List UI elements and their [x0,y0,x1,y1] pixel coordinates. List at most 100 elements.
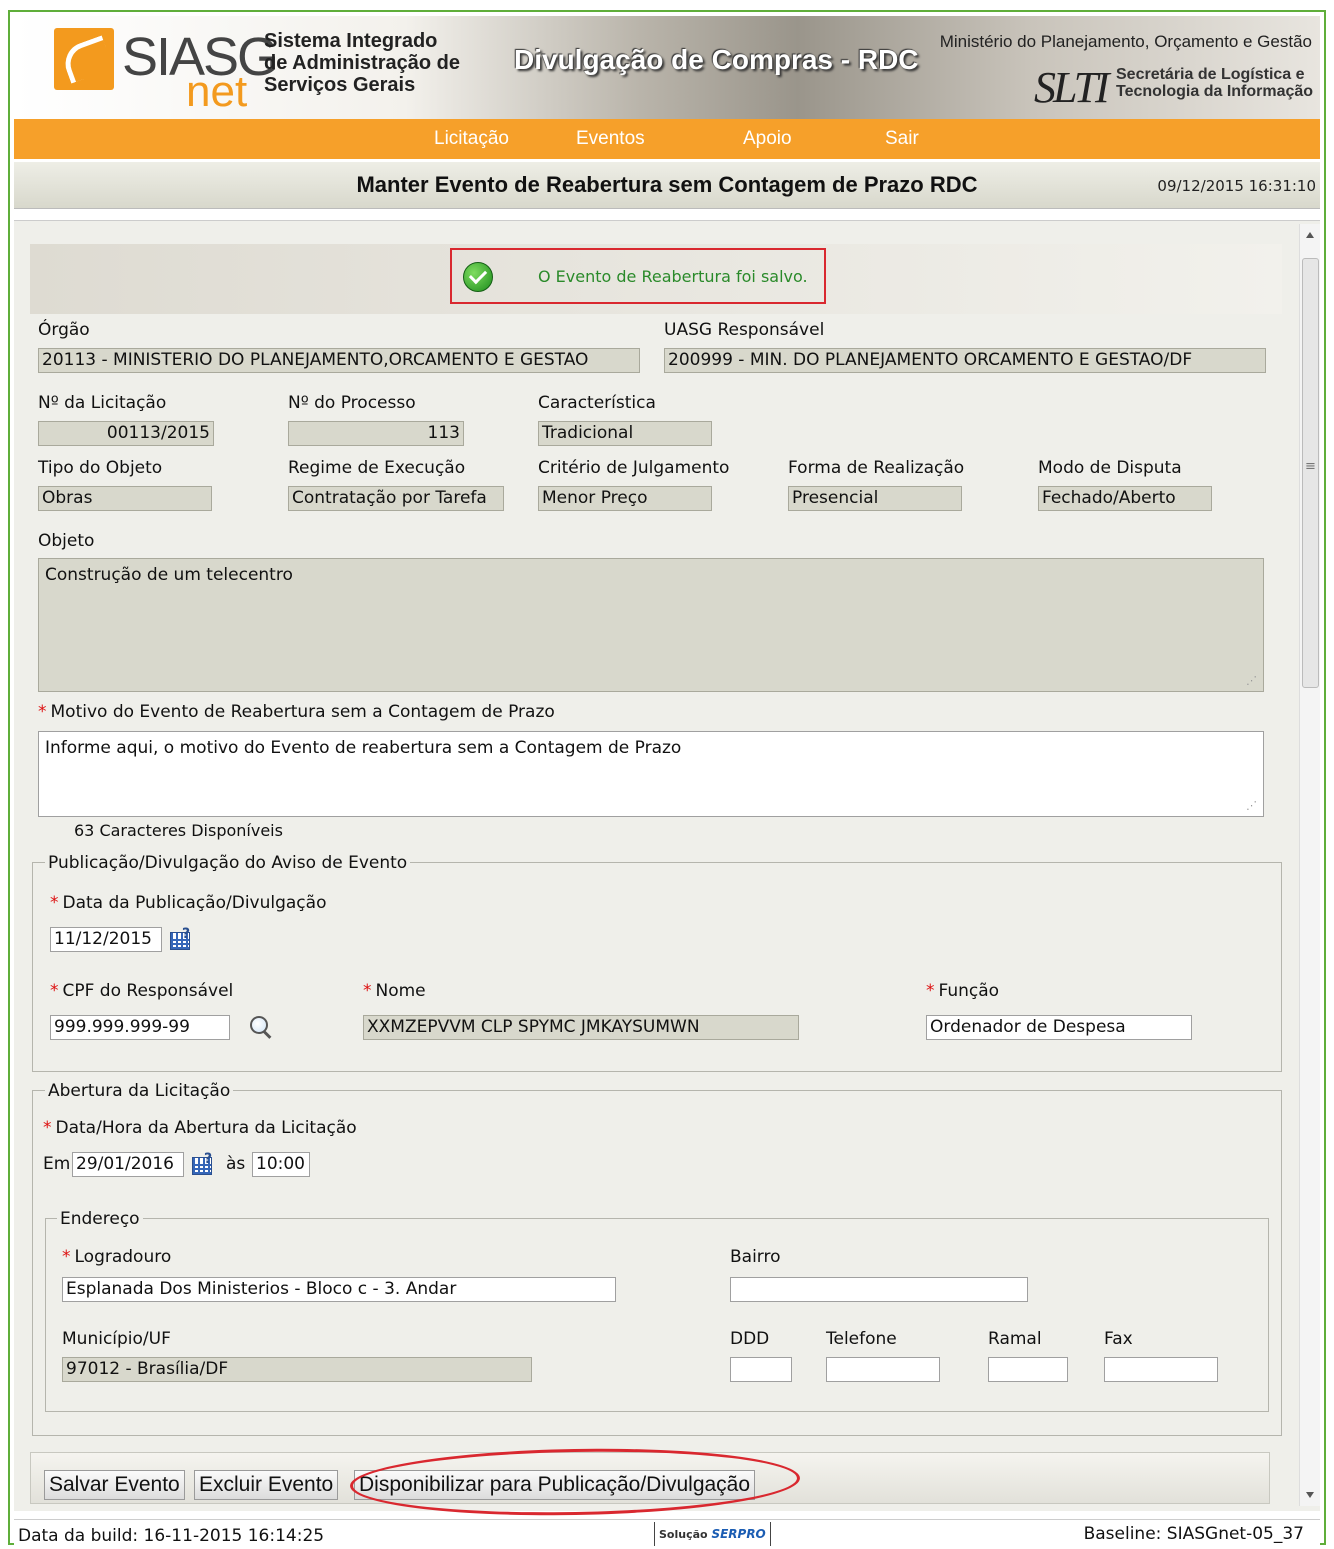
funcao-label-text: Função [938,981,1000,1001]
success-message: O Evento de Reabertura foi salvo. [538,267,808,286]
main-nav: Licitação Eventos Apoio Sair [14,119,1320,159]
publicacao-legend: Publicação/Divulgação do Aviso de Evento [45,853,411,873]
uasg-field: 200999 - MIN. DO PLANEJAMENTO ORCAMENTO … [664,348,1266,373]
grip-icon: ≡ [1305,459,1316,474]
baseline: Baseline: SIASGnet-05_37 [1083,1524,1304,1544]
slti-logo: SLTI [1034,63,1110,112]
objeto-field: Construção de um telecentro ⋰ [38,558,1264,692]
datetime: 09/12/2015 16:31:10 [1157,177,1316,195]
nome-label-text: Nome [375,981,426,1001]
criterio-field: Menor Preço [538,486,712,511]
em-label: Em [43,1154,71,1174]
char-counter: 63 Caracteres Disponíveis [74,821,283,840]
logradouro-label-text: Logradouro [74,1247,172,1267]
ddd-label: DDD [730,1329,770,1349]
cpf-label: * CPF do Responsável [50,981,233,1001]
telefone-label: Telefone [826,1329,897,1349]
resize-grip-icon[interactable]: ⋰ [1246,674,1257,687]
ramal-input[interactable] [988,1357,1068,1382]
licitacao-label: Nº da Licitação [38,393,167,413]
hora-abertura-input[interactable]: 10:00 [252,1152,310,1177]
cpf-input[interactable]: 999.999.999-99 [50,1015,230,1040]
siasg-logo-icon [54,28,114,90]
page-title: Manter Evento de Reabertura sem Contagem… [356,172,978,197]
data-publicacao-label: * Data da Publicação/Divulgação [50,893,326,913]
objeto-text: Construção de um telecentro [45,565,293,585]
funcao-input[interactable]: Ordenador de Despesa [926,1015,1192,1040]
ministry-name: Ministério do Planejamento, Orçamento e … [939,32,1312,51]
scroll-up-icon[interactable] [1306,232,1314,238]
uasg-label: UASG Responsável [664,320,825,340]
logradouro-label: * Logradouro [62,1247,171,1267]
forma-label: Forma de Realização [788,458,965,478]
calendar-icon[interactable]: ? [170,926,194,950]
app-title: Divulgação de Compras - RDC [514,44,919,75]
funcao-label: * Função [926,981,999,1001]
cpf-label-text: CPF do Responsável [62,981,234,1001]
nav-item-apoio[interactable]: Apoio [743,128,792,150]
app-frame: SIASG net Sistema Integrado de Administr… [8,10,1326,1546]
header-banner: SIASG net Sistema Integrado de Administr… [14,16,1320,120]
nav-item-sair[interactable]: Sair [885,128,919,150]
logradouro-input[interactable]: Esplanada Dos Ministerios - Bloco c - 3.… [62,1277,616,1302]
bairro-input[interactable] [730,1277,1028,1302]
tipo-objeto-label: Tipo do Objeto [38,458,163,478]
regime-field: Contratação por Tarefa [288,486,504,511]
bairro-label: Bairro [730,1247,781,1267]
orgao-field: 20113 - MINISTERIO DO PLANEJAMENTO,ORCAM… [38,348,640,373]
criterio-label: Critério de Julgamento [538,458,730,478]
municipio-field: 97012 - Brasília/DF [62,1357,532,1382]
nome-field: XXMZEPVVM CLP SPYMC JMKAYSUMWN [363,1015,799,1040]
vertical-scrollbar[interactable]: ≡ [1299,224,1320,1506]
system-name: Sistema Integrado de Administração de Se… [264,30,460,96]
required-asterisk: * [363,981,372,1001]
nav-item-eventos[interactable]: Eventos [576,128,645,150]
required-asterisk: * [50,893,59,913]
nome-label: * Nome [363,981,426,1001]
motivo-textarea[interactable]: Informe aqui, o motivo do Evento de reab… [38,731,1264,817]
fax-input[interactable] [1104,1357,1218,1382]
data-abertura-input[interactable]: 29/01/2016 [72,1152,184,1177]
required-asterisk: * [926,981,935,1001]
scroll-thumb[interactable]: ≡ [1302,258,1319,688]
ramal-label: Ramal [988,1329,1042,1349]
footer: Data da build: 16-11-2015 16:14:25 Soluç… [14,1519,1320,1546]
modo-label: Modo de Disputa [1038,458,1182,478]
build-date: Data da build: 16-11-2015 16:14:25 [18,1526,325,1546]
datahora-label: * Data/Hora da Abertura da Licitação [43,1118,357,1138]
scroll-down-icon[interactable] [1306,1492,1314,1498]
forma-field: Presencial [788,486,962,511]
serpro-logo: Solução SERPRO [654,1522,771,1546]
municipio-label: Município/UF [62,1329,171,1349]
orgao-label: Órgão [38,320,90,340]
fax-label: Fax [1104,1329,1133,1349]
required-asterisk: * [50,981,59,1001]
resize-grip-icon[interactable]: ⋰ [1246,799,1257,812]
required-asterisk: * [38,702,47,722]
nav-item-licitacao[interactable]: Licitação [434,128,509,150]
search-icon[interactable] [248,1014,274,1040]
calendar-icon[interactable]: ? [192,1151,216,1175]
motivo-label-text: Motivo do Evento de Reabertura sem a Con… [50,702,555,722]
data-publicacao-label-text: Data da Publicação/Divulgação [62,893,327,913]
serpro-text: SERPRO [711,1527,766,1541]
salvar-evento-button[interactable]: Salvar Evento [44,1470,185,1500]
regime-label: Regime de Execução [288,458,466,478]
telefone-input[interactable] [826,1357,940,1382]
title-bar: Manter Evento de Reabertura sem Contagem… [14,162,1320,209]
slti-subtitle: Secretária de Logística e Tecnologia da … [1116,66,1314,100]
data-publicacao-input[interactable]: 11/12/2015 [50,927,162,952]
datahora-label-text: Data/Hora da Abertura da Licitação [55,1118,357,1138]
solucao-text: Solução [659,1528,708,1541]
modo-field: Fechado/Aberto [1038,486,1212,511]
ddd-input[interactable] [730,1357,792,1382]
endereco-fieldset [45,1218,1269,1412]
required-asterisk: * [62,1247,71,1267]
caracteristica-field: Tradicional [538,421,712,446]
excluir-evento-button[interactable]: Excluir Evento [194,1470,339,1500]
motivo-text: Informe aqui, o motivo do Evento de reab… [45,738,682,758]
endereco-legend: Endereço [57,1209,143,1229]
caracteristica-label: Característica [538,393,656,413]
processo-field: 113 [288,421,464,446]
objeto-label: Objeto [38,531,95,551]
